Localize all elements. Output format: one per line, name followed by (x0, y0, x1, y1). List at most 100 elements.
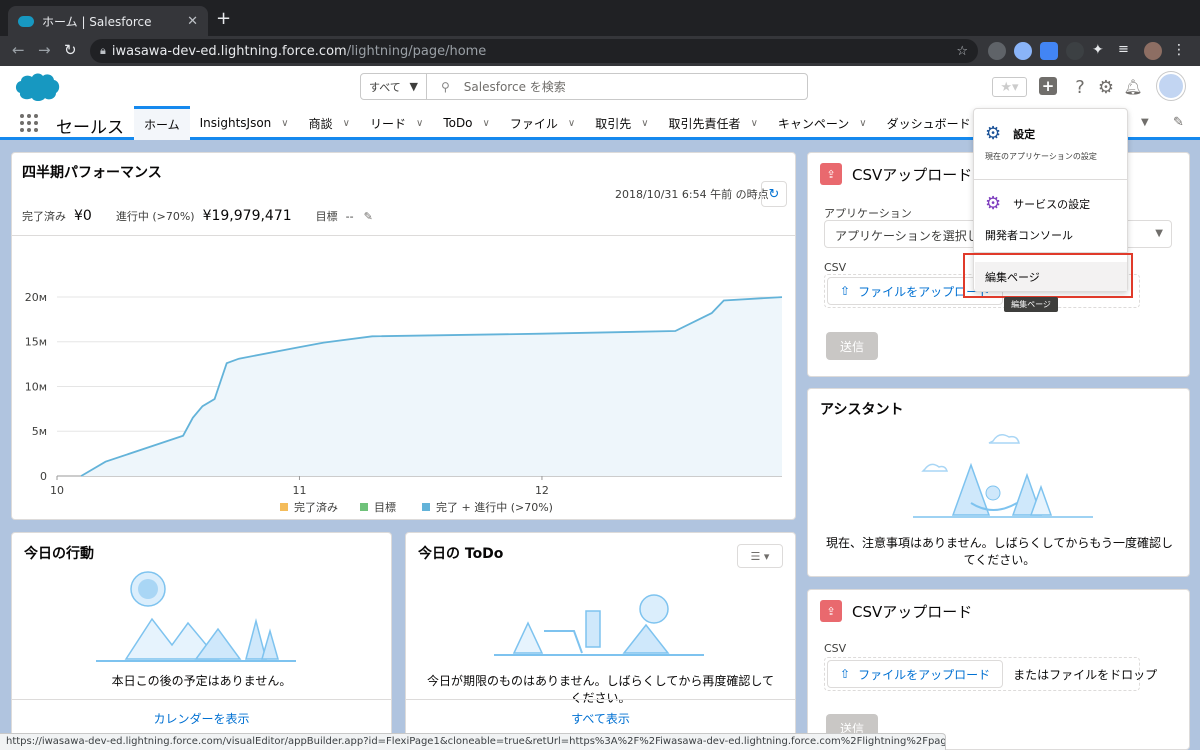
tab-title: ホーム | Salesforce (42, 14, 152, 29)
file-dropzone[interactable]: ⇧ ファイルをアップロード またはファイルをドロップ (824, 657, 1157, 691)
chevron-down-icon[interactable]: ∨ (281, 118, 288, 129)
chevron-down-icon[interactable]: ∨ (483, 118, 490, 129)
nav-item-label: キャンペーン (777, 116, 850, 131)
search-icon: ⚲ (441, 79, 450, 94)
chevron-down-icon[interactable]: ∨ (641, 118, 648, 129)
service-setup-item[interactable]: ⚙ サービスの設定 (985, 193, 1090, 214)
todo-filter-button[interactable]: ☰ ▾ (737, 544, 783, 568)
extension-cloud-icon[interactable] (1066, 42, 1084, 60)
global-search[interactable]: すべて ▼ ⚲ Salesforce を検索 (360, 73, 808, 100)
app-launcher-icon[interactable] (20, 114, 38, 132)
nav-item-accounts[interactable]: 取引先 ∨ (585, 106, 658, 140)
extension-l-icon[interactable] (1014, 42, 1032, 60)
quarterly-performance-card: 四半期パフォーマンス 2018/10/31 6:54 午前 の時点 ↻ 完了済み… (11, 152, 796, 520)
forward-icon[interactable]: → (38, 41, 51, 59)
developer-console-item[interactable]: 開発者コンソール (985, 227, 1073, 243)
favorites-button[interactable]: ★▾ (992, 77, 1027, 97)
csv-card-title: CSVアップロード (852, 165, 973, 184)
more-nav-icon[interactable]: ▼ (1141, 117, 1149, 128)
highlight-annotation-box (963, 253, 1133, 298)
new-tab-icon[interactable]: + (216, 8, 231, 29)
nav-item-insightsjson[interactable]: InsightsJson ∨ (190, 106, 299, 140)
nav-item-label: 取引先 (595, 116, 632, 131)
setup-gear-icon[interactable]: ⚙ (1097, 76, 1115, 98)
extension-s-icon[interactable] (988, 42, 1006, 60)
today-todo-card: 今日の ToDo ☰ ▾ 今日が期限のものはありません。しばらくしてから再度確認… (405, 532, 796, 750)
bookmark-star-icon[interactable]: ☆ (956, 44, 968, 59)
address-bar[interactable]: 🔒︎ iwasawa-dev-ed.lightning.force.com/li… (90, 39, 978, 63)
chevron-down-icon[interactable]: ∨ (416, 118, 423, 129)
legend-label: 目標 (374, 500, 396, 514)
as-of-timestamp: 2018/10/31 6:54 午前 の時点 (615, 188, 769, 201)
global-actions-icon[interactable]: + (1039, 77, 1057, 95)
url-path: /lightning/page/home (346, 43, 487, 59)
edit-page-tooltip: 編集ページ (1004, 297, 1058, 312)
today-events-card: 今日の行動 本日この後の予定はありません。 カレンダーを表示 (11, 532, 392, 750)
filter-list-icon: ☰ ▾ (750, 549, 770, 563)
nav-items: ホーム InsightsJson ∨ 商談 ∨ リード ∨ ToDo ∨ ファイル ∨ 取… (134, 106, 998, 140)
developer-console-label: 開発者コンソール (985, 229, 1073, 242)
x-tick-label: 12 (535, 484, 549, 497)
edit-nav-icon[interactable]: ✎ (1173, 115, 1184, 130)
chevron-down-icon[interactable]: ∨ (859, 118, 866, 129)
upload-icon: ⇧ (840, 284, 851, 298)
nav-item-contacts[interactable]: 取引先責任者 ∨ (659, 106, 768, 140)
search-placeholder: Salesforce を検索 (463, 80, 566, 94)
legend-swatch (360, 503, 368, 511)
nav-item-todo[interactable]: ToDo ∨ (433, 106, 500, 140)
nav-item-opportunities[interactable]: 商談 ∨ (299, 106, 360, 140)
goal-value: -- (345, 210, 354, 223)
nav-item-home[interactable]: ホーム (134, 106, 190, 140)
service-setup-label: サービスの設定 (1013, 197, 1091, 211)
nav-item-label: ダッシュボード (886, 116, 971, 131)
chevron-down-icon[interactable]: ∨ (751, 118, 758, 129)
nav-item-label: 商談 (308, 116, 333, 131)
search-input[interactable]: ⚲ Salesforce を検索 (427, 74, 807, 99)
upload-files-button[interactable]: ⇧ ファイルをアップロード (827, 660, 1004, 688)
legend-swatch (422, 503, 430, 511)
chevron-down-icon[interactable]: ∨ (343, 118, 350, 129)
send-button[interactable]: 送信 (826, 332, 878, 360)
nav-item-label: ホーム (144, 118, 180, 132)
reload-icon[interactable]: ↻ (64, 41, 77, 59)
search-scope-select[interactable]: すべて ▼ (361, 74, 427, 99)
nav-item-label: 取引先責任者 (668, 116, 741, 131)
x-tick-label: 11 (292, 484, 306, 497)
y-tick-label: 5м (32, 425, 47, 438)
chevron-down-icon: ▼ (409, 80, 418, 93)
zoom-extension-icon[interactable] (1040, 42, 1058, 60)
media-queue-icon[interactable]: ≡ (1118, 42, 1136, 60)
open-value: ¥19,979,471 (202, 208, 292, 224)
profile-avatar-icon[interactable] (1144, 42, 1162, 60)
nav-item-campaigns[interactable]: キャンペーン ∨ (768, 106, 877, 140)
user-avatar[interactable] (1157, 72, 1185, 100)
assistant-title: アシスタント (820, 402, 904, 418)
open-label: 進行中 (>70%) (115, 210, 195, 223)
browser-tab[interactable]: ホーム | Salesforce ✕ (8, 6, 208, 36)
service-setup-gear-icon: ⚙ (985, 193, 1002, 214)
refresh-button[interactable]: ↻ (761, 181, 787, 207)
notifications-bell-icon[interactable]: 🔔︎ (1123, 76, 1142, 98)
browser-status-url: https://iwasawa-dev-ed.lightning.force.c… (0, 733, 946, 750)
salesforce-logo[interactable] (12, 71, 62, 103)
performance-chart-svg: 0 5м 10м 15м 20м 10 11 12 完了済み 目標 完了 + 進行中 (>70%) (25, 291, 783, 514)
y-tick-label: 20м (25, 291, 47, 304)
upload-icon: ⇧ (840, 667, 851, 681)
nav-item-leads[interactable]: リード ∨ (360, 106, 433, 140)
setup-menu-item[interactable]: ⚙ 設定 (985, 123, 1035, 144)
close-tab-icon[interactable]: ✕ (187, 14, 198, 29)
nav-item-label: ファイル (509, 116, 558, 131)
edit-goal-icon[interactable]: ✎ (364, 210, 373, 223)
app-name: セールス (56, 118, 124, 138)
todo-title: 今日の ToDo (418, 546, 504, 562)
y-tick-label: 10м (25, 380, 47, 393)
back-icon[interactable]: ← (12, 41, 25, 59)
extensions-puzzle-icon[interactable]: ✦ (1092, 42, 1110, 60)
view-calendar-link[interactable]: カレンダーを表示 (12, 710, 391, 727)
view-all-link[interactable]: すべて表示 (406, 710, 795, 727)
nav-item-files[interactable]: ファイル ∨ (500, 106, 585, 140)
csv-card-title: CSVアップロード (852, 602, 973, 621)
browser-menu-icon[interactable]: ⋮ (1172, 42, 1190, 60)
help-icon[interactable]: ? (1071, 76, 1089, 98)
chevron-down-icon[interactable]: ∨ (568, 118, 575, 129)
